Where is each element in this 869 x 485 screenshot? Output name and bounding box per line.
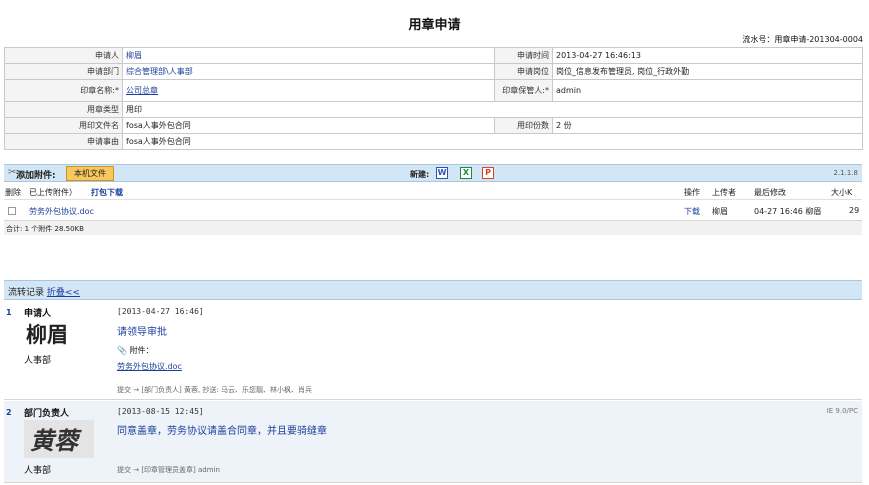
signature-text: 黄蓉: [30, 426, 82, 455]
record-number: 1: [6, 308, 12, 317]
add-attachment-label: 添加附件:: [16, 171, 56, 181]
uploader-header: 上传者: [712, 188, 736, 197]
record-user-agent: IE 9.0/PC: [826, 407, 858, 415]
uploaded-header: 已上传附件）: [29, 188, 77, 197]
size-header: 大小K: [831, 188, 853, 197]
action-header: 操作: [684, 188, 700, 197]
flow-record: 1 申请人 柳眉 人事部 [2013-04-27 16:46] 请领导审批 📎 …: [4, 301, 862, 400]
flow-title: 流转记录: [8, 288, 45, 298]
doc-name-label: 用印文件名: [4, 117, 123, 134]
size-value: 29: [849, 206, 860, 215]
record-dept: 人事部: [24, 356, 52, 366]
seal-type-label: 用章类型: [4, 101, 123, 118]
record-submit: 提交 → [部门负责人] 黄蓉, 抄送: 马云、乐您靓、林小枫、肖兵: [117, 386, 313, 394]
modified-header: 最后修改: [754, 188, 786, 197]
record-time: [2013-04-27 16:46]: [117, 307, 204, 316]
paperclip-icon: 📎: [117, 346, 127, 355]
attachment-checkbox[interactable]: [8, 207, 16, 215]
record-opinion: 同意盖章，劳务协议请盖合同章，并且要骑缝章: [117, 426, 327, 437]
new-word-icon[interactable]: W: [436, 167, 448, 179]
fold-link[interactable]: 折叠<<: [47, 288, 80, 298]
record-role: 部门负责人: [24, 409, 70, 419]
position-value: 岗位_信息发布管理员, 岗位_行政外勤: [552, 63, 863, 80]
reason-label: 申请事由: [4, 133, 123, 150]
attachment-toolbar: ✂ 添加附件: 本机文件 新建: W X P 2.1.1.8: [4, 164, 862, 182]
new-excel-icon[interactable]: X: [460, 167, 472, 179]
page-title: 用章申请: [408, 18, 461, 33]
download-link[interactable]: 下载: [684, 206, 700, 217]
attachment-file-link[interactable]: 劳务外包协议.doc: [29, 206, 94, 217]
new-ppt-icon[interactable]: P: [482, 167, 494, 179]
record-attach-file-link[interactable]: 劳务外包协议.doc: [117, 361, 182, 372]
attachment-header: 删除 已上传附件） 打包下载 操作 上传者 最后修改 大小K: [4, 184, 862, 200]
local-file-button[interactable]: 本机文件: [66, 166, 114, 181]
record-opinion: 请领导审批: [117, 327, 167, 338]
uploader-value: 柳眉: [712, 207, 728, 216]
apply-time-label: 申请时间: [494, 47, 553, 64]
record-attach-label: 📎 附件：: [117, 346, 154, 355]
serial-number: 流水号：用章申请-201304-0004: [742, 35, 863, 44]
applicant-link[interactable]: 柳眉: [126, 51, 142, 60]
reason-value: fosa人事外包合同: [122, 133, 863, 150]
applicant-label: 申请人: [4, 47, 123, 64]
delete-header: 删除: [5, 188, 21, 197]
application-form: 申请人 柳眉 申请时间 2013-04-27 16:46:13 申请部门 综合管…: [4, 47, 863, 150]
record-number: 2: [6, 408, 12, 417]
pack-download-link[interactable]: 打包下载: [91, 187, 123, 198]
seal-keeper-label: 印章保管人:*: [494, 79, 553, 102]
new-label: 新建:: [410, 170, 430, 179]
signature-text: 柳眉: [26, 322, 68, 347]
flow-record-bar: 流转记录 折叠<<: [4, 280, 862, 300]
record-time: [2013-08-15 12:45]: [117, 407, 204, 416]
table-row: 劳务外包协议.doc 下载 柳眉 04-27 16:46 柳眉 29: [4, 203, 862, 219]
modified-value: 04-27 16:46 柳眉: [754, 207, 822, 216]
record-role: 申请人: [24, 309, 52, 319]
copies-label: 用印份数: [494, 117, 553, 134]
dept-label: 申请部门: [4, 63, 123, 80]
signature-image: 柳眉: [26, 322, 68, 347]
copies-value: 2 份: [552, 117, 863, 134]
seal-name-link[interactable]: 公司总章: [126, 86, 158, 95]
version-label: 2.1.1.8: [833, 169, 859, 177]
seal-name-label: 印章名称:*: [4, 79, 123, 102]
seal-type-value: 用印: [122, 101, 863, 118]
apply-time-value: 2013-04-27 16:46:13: [552, 47, 863, 64]
dept-link[interactable]: 综合管理部\人事部: [126, 67, 193, 76]
signature-image: 黄蓉: [24, 420, 94, 458]
position-label: 申请岗位: [494, 63, 553, 80]
doc-name-value: fosa人事外包合同: [122, 117, 495, 134]
seal-keeper-value: admin: [552, 79, 863, 102]
record-dept: 人事部: [24, 466, 52, 476]
attachment-total: 合计: 1 个附件 28.50KB: [4, 220, 862, 235]
record-submit: 提交 → [印章管理员盖章] admin: [117, 466, 220, 474]
flow-record: 2 部门负责人 黄蓉 人事部 [2013-08-15 12:45] 同意盖章，劳…: [4, 401, 862, 483]
